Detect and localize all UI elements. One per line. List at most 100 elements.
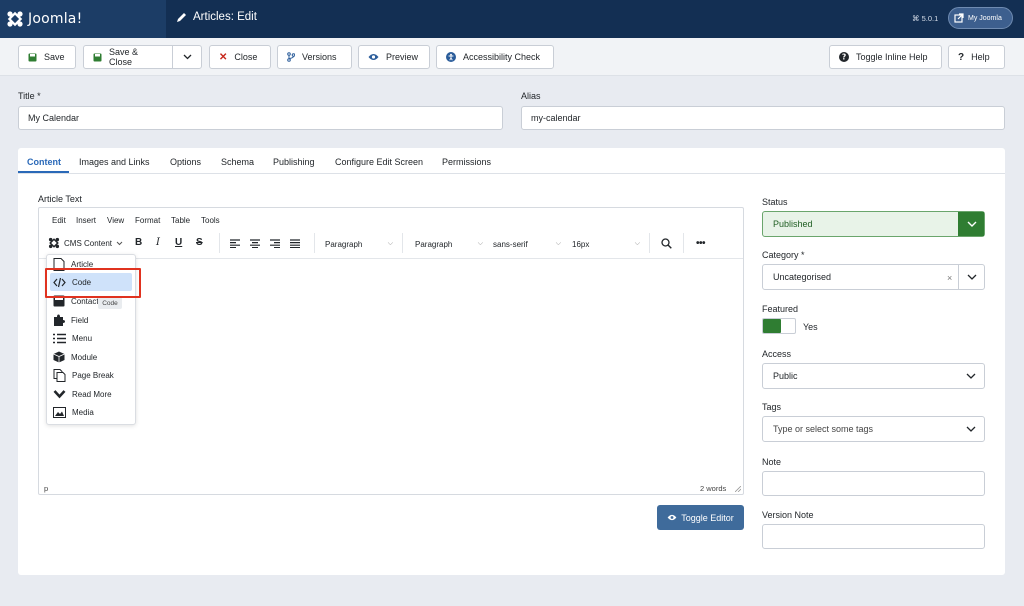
title-value: My Calendar [28,113,80,123]
chevron-down-icon [116,241,123,246]
access-label: Access [762,349,792,359]
my-joomla-button[interactable]: My Joomla [948,7,1013,29]
align-left-icon[interactable] [230,239,240,248]
chevron-down-icon [958,212,984,236]
list-icon [53,333,66,344]
tab-configure-edit-screen[interactable]: Configure Edit Screen [335,157,423,167]
toggle-editor-button[interactable]: Toggle Editor [657,505,744,530]
menu-format[interactable]: Format [135,216,160,225]
cube-icon [53,351,65,363]
resize-handle-icon[interactable] [735,486,741,492]
chevron-down-icon: ⌵ [634,240,640,247]
menu-item-label: Page Break [72,370,114,380]
paragraph-select-2[interactable]: Paragraph ⌵ [412,236,486,252]
save-close-button[interactable]: Save & Close [83,45,173,69]
status-label: Status [762,197,788,207]
page-title-text: Articles: Edit [193,11,257,23]
logo-text: Joomla! [28,11,83,27]
access-select[interactable]: Public [762,363,985,389]
menu-item-label: Read More [72,389,112,399]
menu-item-read-more[interactable]: Read More [50,385,132,403]
search-icon[interactable] [661,238,672,249]
status-select[interactable]: Published [762,211,985,237]
tab-publishing[interactable]: Publishing [273,157,315,167]
tab-permissions[interactable]: Permissions [442,157,491,167]
cms-content-button[interactable]: CMS Content [48,237,123,249]
category-select[interactable]: Uncategorised × [762,264,985,290]
tab-content[interactable]: Content [27,157,61,167]
puzzle-icon [53,314,65,326]
menu-table[interactable]: Table [171,216,190,225]
tags-input[interactable]: Type or select some tags [762,416,985,442]
menu-edit[interactable]: Edit [52,216,66,225]
underline-icon[interactable]: U [175,237,182,248]
help-button[interactable]: ? Help [948,45,1005,69]
toggle-knob [763,319,781,333]
more-icon[interactable]: ••• [696,238,706,249]
alias-input[interactable]: my-calendar [521,106,1005,130]
accessibility-icon [446,52,456,62]
clear-icon[interactable]: × [947,273,952,283]
alias-label: Alias [521,91,541,101]
element-path[interactable]: p [44,484,48,493]
code-tooltip: Code [98,297,122,309]
tab-schema[interactable]: Schema [221,157,254,167]
bold-icon[interactable]: B [135,237,142,248]
menu-view[interactable]: View [107,216,124,225]
chevron-down-icon: ⌵ [387,240,393,247]
font-family-value: sans-serif [493,239,528,249]
alias-value: my-calendar [531,113,581,123]
strikethrough-icon[interactable]: S [196,237,203,248]
featured-label: Featured [762,304,799,314]
menu-item-module[interactable]: Module [50,348,132,366]
title-input[interactable]: My Calendar [18,106,503,130]
menu-tools[interactable]: Tools [201,216,220,225]
toolbar-divider [649,233,650,253]
align-right-icon[interactable] [270,239,280,248]
note-input[interactable] [762,471,985,496]
svg-text:?: ? [842,53,846,62]
version-note-label: Version Note [762,510,814,520]
my-joomla-label: My Joomla [968,14,1002,22]
align-center-icon[interactable] [250,239,260,248]
toggle-inline-help-button[interactable]: ? Toggle Inline Help [829,45,942,69]
paragraph-select[interactable]: Paragraph ⌵ [322,236,396,252]
cms-content-label: CMS Content [64,238,113,248]
toggle-help-label: Toggle Inline Help [856,52,928,62]
chevron-down-icon: ⌵ [477,240,483,247]
menu-item-label: Module [71,352,98,362]
joomla-logo[interactable]: Joomla! [0,0,166,38]
menu-item-label: Field [71,315,89,325]
menu-item-media[interactable]: Media [50,403,132,421]
versions-label: Versions [302,52,337,62]
accessibility-check-button[interactable]: Accessibility Check [436,45,554,69]
save-icon [28,53,37,62]
align-justify-icon[interactable] [290,239,300,248]
save-button[interactable]: Save [18,45,76,69]
font-size-select[interactable]: 16px ⌵ [569,236,643,252]
image-icon [53,406,66,418]
versions-button[interactable]: Versions [277,45,352,69]
toolbar-divider [683,233,684,253]
font-family-select[interactable]: sans-serif ⌵ [490,236,564,252]
tab-images-links[interactable]: Images and Links [79,157,150,167]
version-note-input[interactable] [762,524,985,549]
save-icon [93,53,102,62]
chevron-down-icon [53,389,66,399]
tab-options[interactable]: Options [170,157,201,167]
joomla-icon [48,237,60,249]
menu-item-menu[interactable]: Menu [50,329,132,347]
question-circle-icon: ? [839,52,849,62]
chevron-down-icon [958,417,984,441]
copy-icon [53,368,66,382]
featured-toggle[interactable] [762,318,796,334]
menu-item-field[interactable]: Field [50,311,132,329]
menu-item-page-break[interactable]: Page Break [50,366,132,384]
preview-button[interactable]: Preview [358,45,430,69]
save-options-dropdown[interactable] [172,45,202,69]
menu-insert[interactable]: Insert [76,216,96,225]
close-button[interactable]: ✕ Close [209,45,271,69]
chevron-down-icon [183,54,192,60]
header-bar: Joomla! Articles: Edit ⌘ 5.0.1 My Joomla [0,0,1024,38]
italic-icon[interactable]: I [156,237,160,248]
